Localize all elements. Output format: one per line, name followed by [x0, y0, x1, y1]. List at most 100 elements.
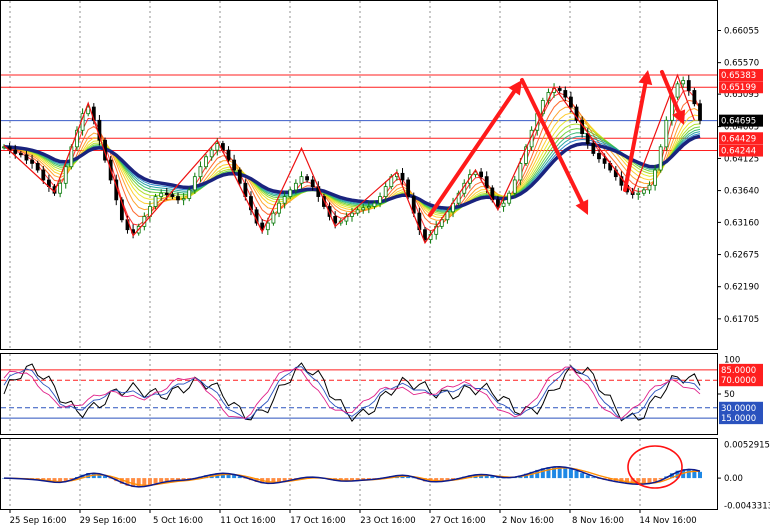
candle-body	[664, 119, 669, 148]
candle-body	[653, 169, 657, 186]
candle-body	[204, 156, 208, 168]
candle-body	[288, 189, 293, 197]
osc-tag-label: 70.0000	[721, 376, 756, 386]
macd-histogram-bar	[147, 478, 152, 486]
candle-body	[170, 194, 175, 197]
x-tick-label: 5 Oct 16:00	[153, 516, 203, 526]
candle-body	[209, 149, 214, 158]
candle-body	[585, 133, 590, 144]
candle-body	[602, 158, 607, 164]
candle-body	[30, 159, 34, 164]
price-tag-label: 0.65199	[721, 83, 756, 93]
candle-body	[366, 206, 371, 209]
candle-body	[658, 146, 663, 171]
x-tick-label: 29 Sep 16:00	[80, 516, 137, 526]
candle-body	[271, 212, 276, 224]
x-tick-label: 17 Oct 16:00	[290, 516, 345, 526]
candle-body	[350, 212, 354, 217]
macd-histogram-bar	[136, 478, 141, 488]
candle-body	[58, 182, 63, 194]
x-tick-label: 2 Nov 16:00	[502, 516, 554, 526]
candle-body	[641, 189, 646, 194]
candle-body	[164, 192, 169, 195]
candle-body	[232, 159, 237, 171]
candle-body	[484, 176, 489, 189]
macd-histogram-bar	[574, 470, 579, 479]
x-tick-label: 8 Nov 16:00	[572, 516, 624, 526]
x-tick-label: 25 Sep 16:00	[10, 516, 67, 526]
candle-body	[187, 189, 192, 199]
candle-body	[265, 222, 270, 231]
candle-body	[277, 202, 281, 214]
candle-body	[153, 196, 158, 207]
candle-body	[215, 143, 220, 151]
candle-body	[647, 184, 652, 191]
y-tick-label: 0.63160	[724, 218, 759, 228]
candle-body	[698, 103, 702, 121]
y-tick-label: 0.62190	[724, 283, 759, 293]
macd-tick-label: -0.0043313	[724, 501, 770, 511]
macd-histogram-bar	[580, 473, 585, 479]
candle-body	[675, 83, 680, 98]
macd-histogram-bar	[164, 478, 169, 482]
candle-body	[361, 207, 366, 211]
chart-canvas: 0.660550.655700.650950.646050.641250.636…	[0, 0, 770, 530]
candle-body	[198, 166, 203, 178]
x-tick-label: 27 Oct 16:00	[430, 516, 485, 526]
y-tick-label: 0.63640	[724, 187, 759, 197]
candle-body	[686, 80, 691, 91]
candle-body	[176, 196, 180, 201]
candle-body	[237, 169, 242, 184]
x-tick-label: 23 Oct 16:00	[360, 516, 415, 526]
candle-body	[692, 90, 697, 105]
candle-body	[372, 202, 377, 207]
candle-body	[299, 176, 304, 184]
x-tick-label: 14 Nov 16:00	[639, 516, 696, 526]
candle-body	[305, 176, 309, 181]
macd-tick-label: 0.00	[724, 474, 743, 484]
macd-histogram-bar	[698, 471, 702, 479]
y-tick-label: 0.61705	[724, 315, 759, 325]
candle-body	[159, 192, 164, 197]
candle-body	[557, 88, 562, 91]
candle-body	[355, 209, 360, 214]
candle-body	[310, 179, 315, 188]
y-tick-label: 0.66055	[724, 26, 759, 36]
candle-body	[226, 149, 231, 161]
x-tick-label: 11 Oct 16:00	[220, 516, 275, 526]
price-tag-label: 0.64695	[721, 117, 756, 127]
macd-histogram-bar	[686, 469, 691, 479]
candle-body	[512, 179, 517, 194]
macd-histogram-bar	[159, 478, 164, 482]
candle-body	[282, 196, 287, 204]
candle-body	[181, 198, 186, 201]
price-tag-label: 0.64429	[721, 134, 756, 144]
candle-body	[518, 162, 523, 181]
macd-histogram-bar	[153, 478, 158, 484]
candle-body	[293, 182, 298, 191]
candle-body	[13, 149, 18, 154]
candle-body	[63, 166, 68, 184]
macd-histogram-bar	[568, 468, 573, 479]
candle-body	[479, 171, 483, 178]
candle-body	[24, 154, 29, 161]
candle-body	[192, 176, 197, 191]
candle-body	[507, 192, 512, 204]
osc-tag-label: 15.0000	[721, 414, 756, 424]
candle-body	[423, 229, 427, 241]
candle-body	[383, 186, 388, 197]
y-tick-label: 0.62675	[724, 251, 759, 261]
candle-body	[35, 162, 40, 171]
candle-body	[406, 179, 411, 197]
candle-body	[563, 90, 568, 98]
candle-body	[681, 80, 686, 85]
candle-body	[597, 153, 601, 160]
candle-body	[501, 202, 506, 207]
candle-body	[569, 96, 573, 108]
candle-body	[636, 192, 641, 195]
candle-body	[591, 143, 596, 154]
osc-tick-label: 100	[724, 356, 740, 366]
candle-body	[18, 153, 23, 156]
price-tag-label: 0.65383	[721, 71, 756, 81]
candle-body	[333, 216, 338, 224]
